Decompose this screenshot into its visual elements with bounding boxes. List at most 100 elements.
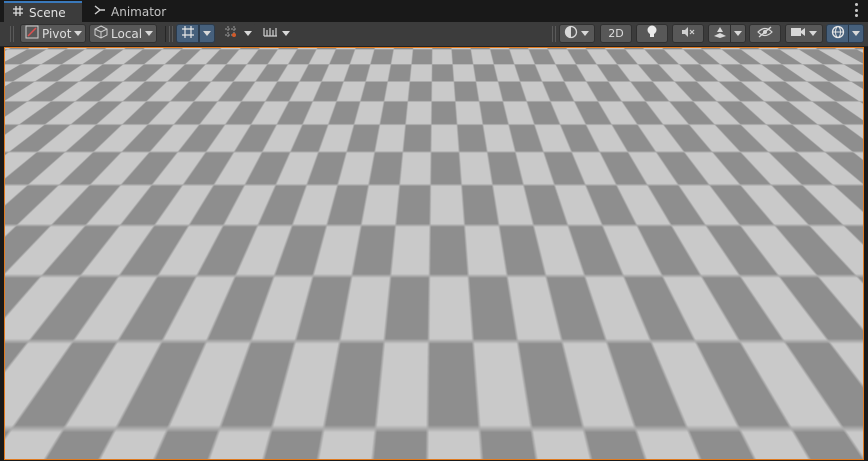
section-title: Surfaces	[676, 240, 728, 254]
gizmo-y-label: y	[811, 57, 817, 68]
chevron-down-icon	[852, 31, 860, 36]
expand-triangle-icon	[663, 421, 671, 429]
more-menu-icon[interactable]	[855, 3, 859, 17]
transform-tool-icon	[19, 183, 33, 192]
option-label: Show Walls	[677, 381, 745, 395]
mode-2d-toggle[interactable]: 2D	[600, 24, 632, 43]
audio-toggle[interactable]	[672, 24, 704, 43]
checkbox[interactable]	[838, 349, 851, 363]
toggle-show-walls[interactable]: Show Walls	[677, 380, 857, 396]
gizmos-dropdown[interactable]	[848, 24, 864, 43]
tab-animator[interactable]: Animator	[86, 1, 172, 22]
ruler-dropdown[interactable]	[258, 24, 294, 43]
checkbox[interactable]	[838, 438, 851, 452]
tab-scene[interactable]: Scene	[4, 1, 82, 22]
draw-mode-dropdown[interactable]	[559, 24, 595, 43]
rect-tool-button[interactable]	[12, 161, 40, 181]
tab-scene-label: Scene	[29, 5, 66, 20]
checkbox[interactable]	[838, 332, 851, 347]
toggle-show-path-query-nodes[interactable]: Show Path Query Nodes	[677, 348, 857, 364]
toggle-show-avoidance[interactable]: Show Avoidance	[677, 396, 857, 412]
toggle-show-only-selected[interactable]: Show Only Selected	[677, 259, 857, 275]
selection-outline	[704, 48, 863, 128]
rotate-tool-button[interactable]	[12, 119, 40, 139]
gizmo-overlay-handle[interactable]	[759, 54, 775, 58]
tab-animator-label: Animator	[111, 4, 167, 19]
transform-tool-button[interactable]	[12, 182, 40, 193]
overlay-handle-icon	[662, 228, 676, 236]
hand-tool-icon	[19, 79, 33, 96]
overlay-handle[interactable]	[17, 69, 35, 73]
navmesh-disc[interactable]	[316, 248, 478, 344]
grid-snap-icon	[181, 25, 195, 42]
chevron-down-icon	[203, 31, 211, 36]
incremental-snap-toggle[interactable]	[219, 24, 241, 43]
local-label: Local	[111, 26, 143, 41]
pivot-label: Pivot	[42, 26, 72, 41]
ai-navigation-title: AI Navigation	[683, 225, 764, 239]
scene-toolbar: Pivot Local 2D	[0, 22, 868, 47]
toolbar-grip[interactable]	[10, 26, 14, 42]
lighting-toggle[interactable]	[636, 24, 668, 43]
pivot-dropdown[interactable]: Pivot	[20, 24, 86, 43]
section-agents[interactable]: Agents	[663, 313, 718, 327]
scene-visibility-toggle[interactable]	[749, 24, 781, 43]
rotate-tool-icon	[19, 121, 33, 138]
toggle-show-heightmesh[interactable]: Show HeightMesh	[677, 291, 857, 307]
checkbox[interactable]	[838, 397, 851, 411]
checkbox[interactable]	[838, 292, 851, 306]
grid-icon	[12, 5, 24, 20]
chevron-down-icon	[581, 31, 589, 36]
grid-snap-toggle[interactable]	[176, 24, 199, 43]
expand-triangle-icon	[663, 316, 671, 324]
gizmo-globe-icon	[831, 25, 845, 42]
checkbox[interactable]	[838, 275, 851, 290]
audio-muted-icon	[681, 25, 695, 42]
incremental-snap-dropdown[interactable]	[240, 24, 256, 43]
section-title: Agents	[676, 313, 718, 327]
section-surfaces[interactable]: Surfaces	[663, 240, 728, 254]
animator-icon	[94, 4, 106, 19]
effects-dropdown[interactable]	[730, 24, 746, 43]
gizmo-z-label: z	[785, 86, 790, 97]
orientation-gizmo[interactable]: y x z	[780, 56, 860, 130]
section-title: Obstacles	[676, 418, 735, 432]
move-tool-icon	[19, 100, 33, 117]
chevron-down-icon	[244, 31, 252, 36]
gizmo-x-label: x	[828, 79, 834, 90]
checkbox[interactable]	[838, 365, 851, 379]
ai-navigation-header[interactable]: AI Navigation	[662, 224, 763, 240]
chevron-down-icon	[282, 31, 290, 36]
grid-snap-dropdown[interactable]	[199, 24, 215, 43]
toggle-show-path-polygons[interactable]: Show Path Polygons	[677, 332, 857, 348]
chevron-down-icon	[734, 31, 742, 36]
checkbox[interactable]	[838, 381, 851, 395]
chevron-down-icon	[74, 31, 83, 36]
toggle-show-navmesh[interactable]: Show NavMesh	[677, 275, 857, 291]
gizmos-toggle[interactable]	[826, 24, 849, 43]
effects-icon	[713, 25, 727, 42]
snap-increment-icon	[224, 25, 238, 42]
section-obstacles[interactable]: Obstacles	[663, 418, 735, 432]
scale-tool-button[interactable]	[12, 140, 40, 160]
toolbar-grip[interactable]	[169, 26, 173, 42]
gizmo-cube-icon	[792, 68, 830, 114]
toolbar-grip[interactable]	[552, 26, 556, 42]
option-label: Show Path Polygons	[677, 333, 797, 347]
expand-triangle-icon	[663, 243, 671, 251]
cube-icon	[94, 25, 108, 42]
toggle-show-neighbours[interactable]: Show Neighbours	[677, 364, 857, 380]
rect-tool-icon	[19, 163, 33, 180]
persp-label: < Persp	[785, 142, 828, 155]
move-tool-button[interactable]	[12, 98, 40, 118]
effects-toggle[interactable]	[708, 24, 731, 43]
ai-navigation-overlay: AI Navigation Surfaces Show Only Selecte…	[655, 221, 858, 459]
hand-tool-button[interactable]	[12, 77, 40, 97]
local-dropdown[interactable]: Local	[89, 24, 157, 43]
option-label: Show Neighbours	[677, 365, 782, 379]
option-label: Show Only Selected	[677, 260, 797, 274]
toggle-show-carve-hull[interactable]: Show Carve Hull	[677, 437, 857, 453]
projection-toggle[interactable]: < Persp	[785, 142, 828, 155]
camera-dropdown[interactable]	[785, 24, 823, 43]
checkbox[interactable]	[838, 260, 851, 274]
